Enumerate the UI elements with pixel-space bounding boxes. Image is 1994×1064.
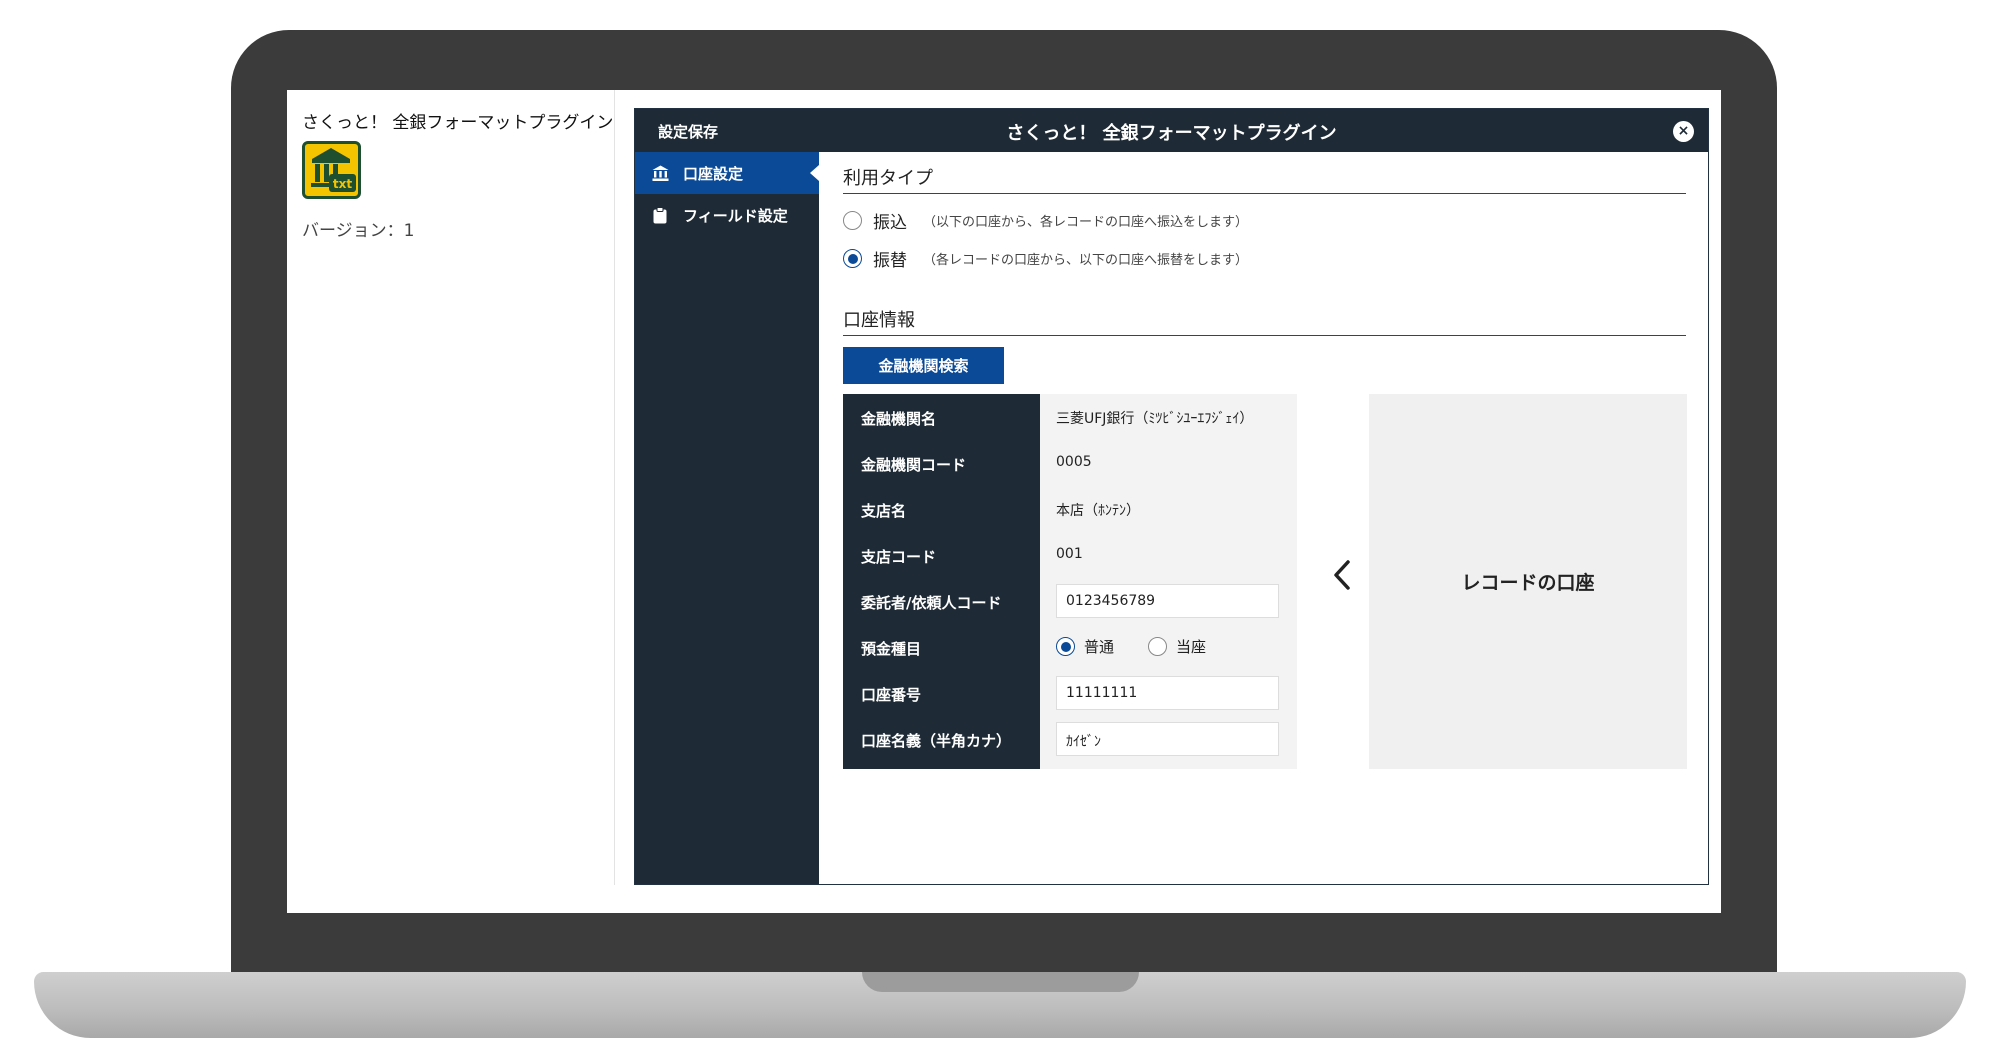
svg-text:txt: txt xyxy=(333,177,352,191)
usage-type-title: 利用タイプ xyxy=(843,164,1686,194)
row-label: 金融機関コード xyxy=(861,456,967,474)
bank-search-button[interactable]: 金融機関検索 xyxy=(843,347,1004,384)
deposit-type-ordinary[interactable]: 普通 xyxy=(1056,636,1114,657)
table-row: 支店名 本店（ﾎﾝﾃﾝ） xyxy=(843,486,1297,532)
row-label: 支店コード xyxy=(861,548,937,566)
row-label: 口座番号 xyxy=(861,686,922,704)
laptop-notch xyxy=(862,972,1139,992)
table-row: 委託者/依頼人コード 0123456789 xyxy=(843,578,1297,624)
radio-button[interactable] xyxy=(843,211,862,230)
table-row: 支店コード 001 xyxy=(843,532,1297,578)
deposit-type-label: 当座 xyxy=(1176,638,1207,656)
bank-icon xyxy=(649,165,671,181)
usage-option-description: （各レコードの口座から、以下の口座へ振替をします） xyxy=(923,253,1249,268)
usage-option-debit[interactable]: 振替 （各レコードの口座から、以下の口座へ振替をします） xyxy=(843,246,1248,271)
dialog-content: 利用タイプ 振込 （以下の口座から、各レコードの口座へ振込をします） 振替 （各… xyxy=(819,152,1708,884)
table-row: 口座番号 11111111 xyxy=(843,670,1297,716)
branch-code-value: 001 xyxy=(1056,546,1083,562)
close-icon[interactable]: × xyxy=(1673,121,1694,142)
account-holder-input[interactable]: ｶｲｾﾞﾝ xyxy=(1056,722,1279,756)
dialog-header: 設定保存 さくっと！ 全銀フォーマットプラグイン × xyxy=(635,109,1708,152)
row-label: 支店名 xyxy=(861,502,907,520)
settings-dialog: 設定保存 さくっと！ 全銀フォーマットプラグイン × 口座設定 フィールド設定 … xyxy=(634,108,1709,885)
chevron-left-icon[interactable] xyxy=(1331,557,1353,597)
radio-button[interactable] xyxy=(1148,637,1167,656)
record-account-box: レコードの口座 xyxy=(1369,394,1687,769)
consignor-code-input[interactable]: 0123456789 xyxy=(1056,584,1279,618)
sidebar-item-account[interactable]: 口座設定 xyxy=(635,152,819,194)
row-label: 金融機関名 xyxy=(861,410,937,428)
usage-option-label: 振込 xyxy=(873,213,907,233)
branch-name-value: 本店（ﾎﾝﾃﾝ） xyxy=(1056,503,1140,519)
record-account-label: レコードの口座 xyxy=(1461,572,1595,594)
account-info-title: 口座情報 xyxy=(843,306,1686,336)
laptop-screen: さくっと！ 全銀フォーマットプラグイン txt バージョン：1 設定保存 さくっ… xyxy=(287,90,1721,913)
row-label: 委託者/依頼人コード xyxy=(861,594,1002,612)
radio-button-selected[interactable] xyxy=(1056,637,1075,656)
deposit-type-current[interactable]: 当座 xyxy=(1148,636,1206,657)
bank-txt-icon: txt xyxy=(302,141,361,199)
radio-button-selected[interactable] xyxy=(843,249,862,268)
usage-option-description: （以下の口座から、各レコードの口座へ振込をします） xyxy=(923,215,1249,230)
plugin-name: さくっと！ 全銀フォーマットプラグイン xyxy=(302,113,614,133)
dialog-sidebar: 口座設定 フィールド設定 xyxy=(635,152,819,884)
clipboard-icon xyxy=(649,206,671,224)
table-row: 預金種目 普通 当座 xyxy=(843,624,1297,670)
plugin-card: さくっと！ 全銀フォーマットプラグイン txt バージョン：1 xyxy=(287,90,615,885)
account-info-table: 金融機関名 三菱UFJ銀行（ﾐﾂﾋﾞｼﾕｰｴﾌｼﾞｪｲ） 金融機関コード 000… xyxy=(843,394,1297,769)
usage-option-label: 振替 xyxy=(873,251,907,271)
table-row: 金融機関コード 0005 xyxy=(843,440,1297,486)
sidebar-item-label: フィールド設定 xyxy=(683,206,788,225)
plugin-version: バージョン：1 xyxy=(302,221,415,241)
sidebar-item-fields[interactable]: フィールド設定 xyxy=(635,194,819,236)
row-label: 口座名義（半角カナ） xyxy=(861,732,1012,750)
deposit-type-label: 普通 xyxy=(1084,638,1115,656)
usage-option-transfer[interactable]: 振込 （以下の口座から、各レコードの口座へ振込をします） xyxy=(843,208,1248,233)
bank-code-value: 0005 xyxy=(1056,454,1092,470)
dialog-title: さくっと！ 全銀フォーマットプラグイン xyxy=(1006,123,1337,144)
bank-name-value: 三菱UFJ銀行（ﾐﾂﾋﾞｼﾕｰｴﾌｼﾞｪｲ） xyxy=(1056,411,1254,427)
account-number-input[interactable]: 11111111 xyxy=(1056,676,1279,710)
table-row: 口座名義（半角カナ） ｶｲｾﾞﾝ xyxy=(843,716,1297,762)
sidebar-item-label: 口座設定 xyxy=(683,164,744,183)
table-row: 金融機関名 三菱UFJ銀行（ﾐﾂﾋﾞｼﾕｰｴﾌｼﾞｪｲ） xyxy=(843,394,1297,440)
row-label: 預金種目 xyxy=(861,640,922,658)
